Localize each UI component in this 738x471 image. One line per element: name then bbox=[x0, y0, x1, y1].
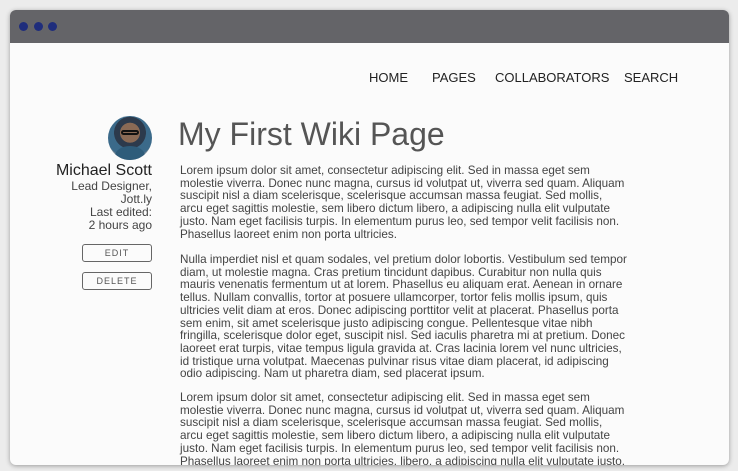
paragraph-line: justo. Nam eget facilisis turpis. In ele… bbox=[180, 441, 620, 455]
paragraph-line: ultricies velit diam at eros. Donec adip… bbox=[180, 303, 619, 317]
delete-button[interactable]: DELETE bbox=[82, 272, 152, 290]
avatar-glasses bbox=[121, 130, 139, 135]
last-edited-time: 2 hours ago bbox=[88, 218, 152, 232]
page-title: My First Wiki Page bbox=[178, 116, 445, 152]
nav-collaborators[interactable]: COLLABORATORS bbox=[495, 70, 609, 85]
paragraph-line: Nulla imperdiet nisl et quam sodales, ve… bbox=[180, 253, 627, 266]
paragraph-line: Phasellus laoreet enim non porta ultrici… bbox=[180, 227, 397, 241]
nav-home[interactable]: HOME bbox=[369, 70, 408, 85]
browser-window: HOME PAGES COLLABORATORS SEARCH Michael … bbox=[10, 10, 729, 465]
paragraph-line: odio adipiscing. Nam ut pharetra diam, s… bbox=[180, 367, 485, 381]
paragraph-line: Lorem ipsum dolor sit amet, consectetur … bbox=[180, 391, 590, 404]
body-paragraph: Nulla imperdiet nisl et quam sodales, ve… bbox=[180, 253, 670, 381]
window-dot-icon[interactable] bbox=[19, 22, 28, 31]
paragraph-line: Lorem ipsum dolor sit amet, consectetur … bbox=[180, 164, 590, 177]
paragraph-line: laoreet erat turpis, vitae tempus ligula… bbox=[180, 341, 622, 355]
paragraph-line: Phasellus laoreet enim non porta ultrici… bbox=[180, 454, 626, 465]
author-name: Michael Scott bbox=[55, 162, 152, 179]
avatar-shirt bbox=[115, 146, 145, 160]
author-avatar bbox=[108, 116, 152, 160]
paragraph-line: justo. Nam eget facilisis turpis. In ele… bbox=[180, 214, 620, 228]
body-paragraph: Lorem ipsum dolor sit amet, consectetur … bbox=[180, 391, 670, 465]
paragraph-line: arcu eget sagittis molestie, sem libero … bbox=[180, 429, 611, 443]
nav-pages[interactable]: PAGES bbox=[432, 70, 476, 85]
body-paragraph: Lorem ipsum dolor sit amet, consectetur … bbox=[180, 164, 670, 241]
window-dot-icon[interactable] bbox=[34, 22, 43, 31]
edit-button[interactable]: EDIT bbox=[82, 244, 152, 262]
window-titlebar bbox=[10, 10, 729, 43]
nav-search[interactable]: SEARCH bbox=[624, 70, 678, 85]
paragraph-line: arcu eget sagittis molestie, sem libero … bbox=[180, 202, 611, 216]
window-dot-icon[interactable] bbox=[48, 22, 57, 31]
paragraph-line: tellus. Nullam convallis, tortor at posu… bbox=[180, 291, 608, 305]
